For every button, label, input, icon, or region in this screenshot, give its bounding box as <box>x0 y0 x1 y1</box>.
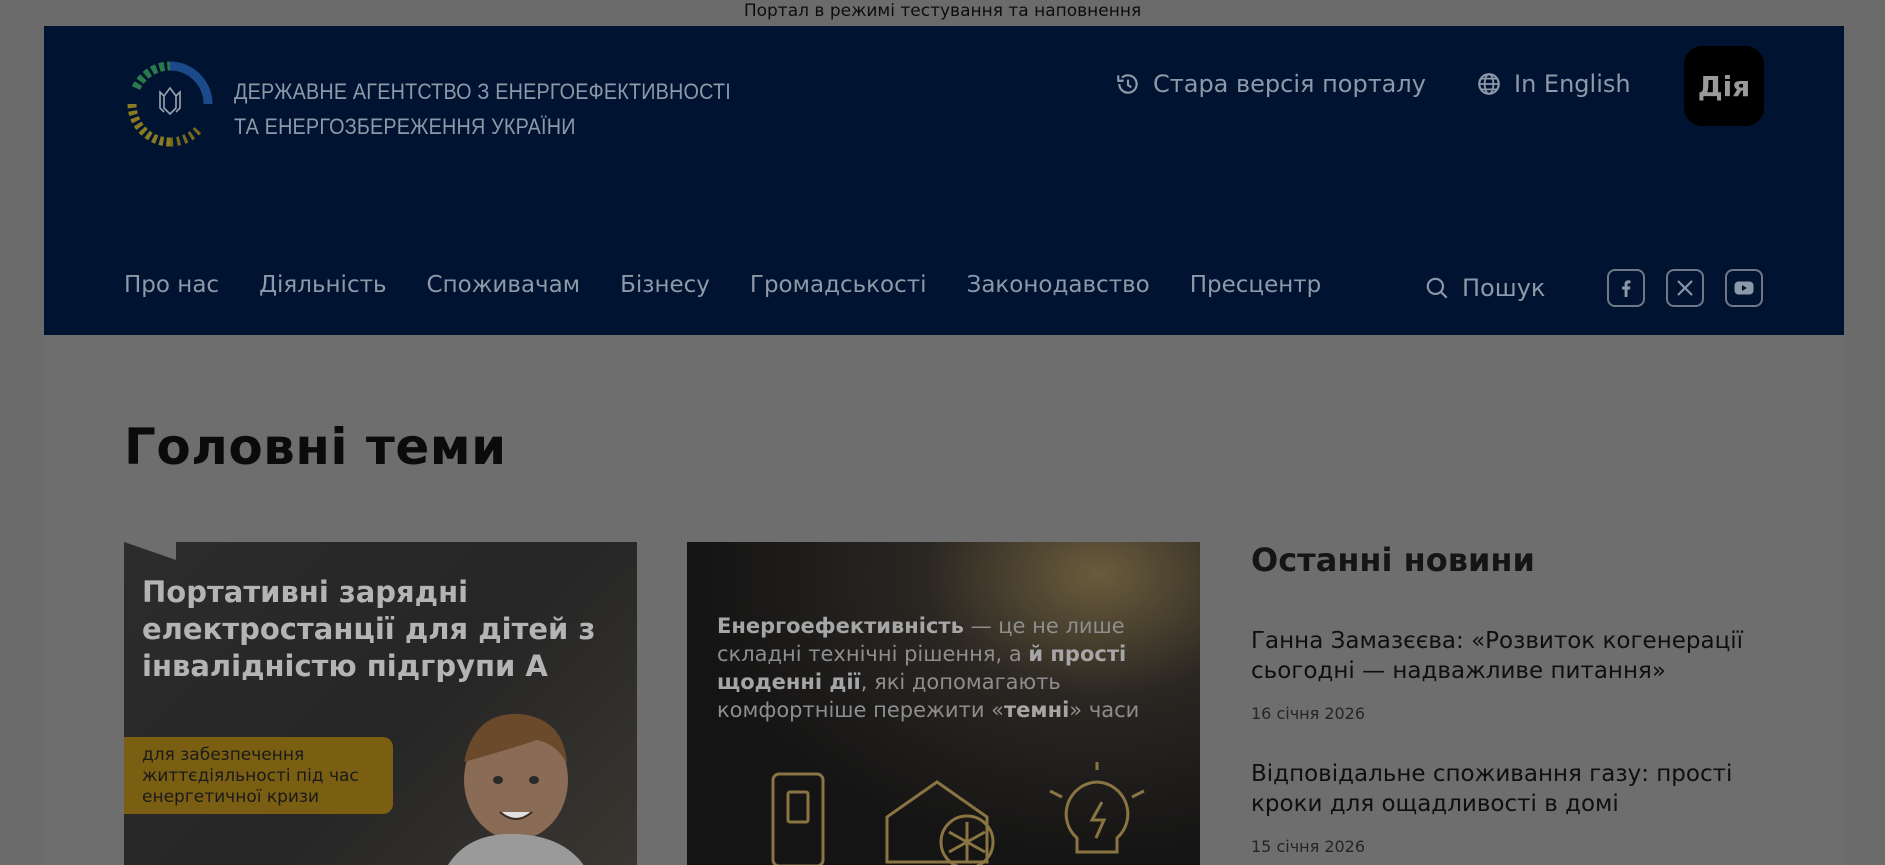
youtube-icon <box>1734 281 1754 295</box>
search-button[interactable]: Пошук <box>1424 274 1545 302</box>
english-link[interactable]: In English <box>1476 70 1631 98</box>
testing-notice-bar: Портал в режимі тестування та наповнення <box>0 0 1885 24</box>
x-link[interactable] <box>1666 269 1704 307</box>
search-label: Пошук <box>1462 274 1546 302</box>
facebook-link[interactable] <box>1607 269 1645 307</box>
energy-icons-illustration <box>771 762 1145 865</box>
topic-card-power-stations[interactable]: Портативні зарядні електростанції для ді… <box>124 542 637 865</box>
nav-item-press-center[interactable]: Пресцентр <box>1190 272 1322 298</box>
agency-logo[interactable] <box>124 58 216 150</box>
news-headline[interactable]: Ганна Замазєєва: «Розвиток когенерації с… <box>1251 626 1771 686</box>
news-date: 15 січня 2026 <box>1251 837 1366 856</box>
globe-icon <box>1478 73 1500 95</box>
search-icon <box>1426 277 1448 299</box>
english-label: In English <box>1514 70 1631 98</box>
old-version-link[interactable]: Стара версія порталу <box>1115 70 1426 98</box>
agency-name[interactable]: ДЕРЖАВНЕ АГЕНТСТВО З ЕНЕРГОЕФЕКТИВНОСТІ … <box>234 74 731 144</box>
nav-item-consumers[interactable]: Споживачам <box>427 272 581 298</box>
news-item[interactable]: Ганна Замазєєва: «Розвиток когенерації с… <box>1251 626 1771 723</box>
page-title: Головні теми <box>124 418 507 476</box>
testing-notice-text: Портал в режимі тестування та наповнення <box>743 1 1142 21</box>
history-icon <box>1117 74 1138 94</box>
card-text: Енергоефективність — це не лише складні … <box>717 612 1157 724</box>
youtube-link[interactable] <box>1725 269 1763 307</box>
agency-logo-icon <box>127 61 213 147</box>
old-version-label: Стара версія порталу <box>1153 70 1426 98</box>
agency-name-line1: ДЕРЖАВНЕ АГЕНТСТВО З ЕНЕРГОЕФЕКТИВНОСТІ <box>234 79 731 104</box>
agency-name-line2: ТА ЕНЕРГОЗБЕРЕЖЕННЯ УКРАЇНИ <box>234 114 576 139</box>
news-item[interactable]: Відповідальне споживання газу: прості кр… <box>1251 759 1771 856</box>
card-title: Портативні зарядні електростанції для ді… <box>142 575 596 683</box>
card-notch <box>124 542 176 560</box>
child-photo <box>447 713 584 865</box>
x-icon <box>1677 280 1693 296</box>
news-date: 16 січня 2026 <box>1251 704 1366 723</box>
diia-label: Дія <box>1697 69 1751 103</box>
nav-item-about[interactable]: Про нас <box>124 272 219 298</box>
card-text-part: » часи <box>1069 698 1140 722</box>
nav-item-activity[interactable]: Діяльність <box>259 272 386 298</box>
nav-item-business[interactable]: Бізнесу <box>620 272 710 298</box>
card-badge: для забезпечення життєдіяльності під час… <box>124 737 393 814</box>
news-headline[interactable]: Відповідальне споживання газу: прості кр… <box>1251 759 1771 819</box>
facebook-icon <box>1622 280 1631 297</box>
news-section-title: Останні новини <box>1251 541 1535 579</box>
nav-item-legislation[interactable]: Законодавство <box>967 272 1150 298</box>
nav-item-public[interactable]: Громадськості <box>750 272 927 298</box>
card-text-part: Енергоефективність <box>717 614 964 638</box>
main-nav: Про нас Діяльність Споживачам Бізнесу Гр… <box>124 272 1321 298</box>
topic-card-energy-efficiency[interactable]: Енергоефективність — це не лише складні … <box>687 542 1200 865</box>
diia-button[interactable]: Дія <box>1684 46 1764 126</box>
card-text-part: темні <box>1004 698 1070 722</box>
